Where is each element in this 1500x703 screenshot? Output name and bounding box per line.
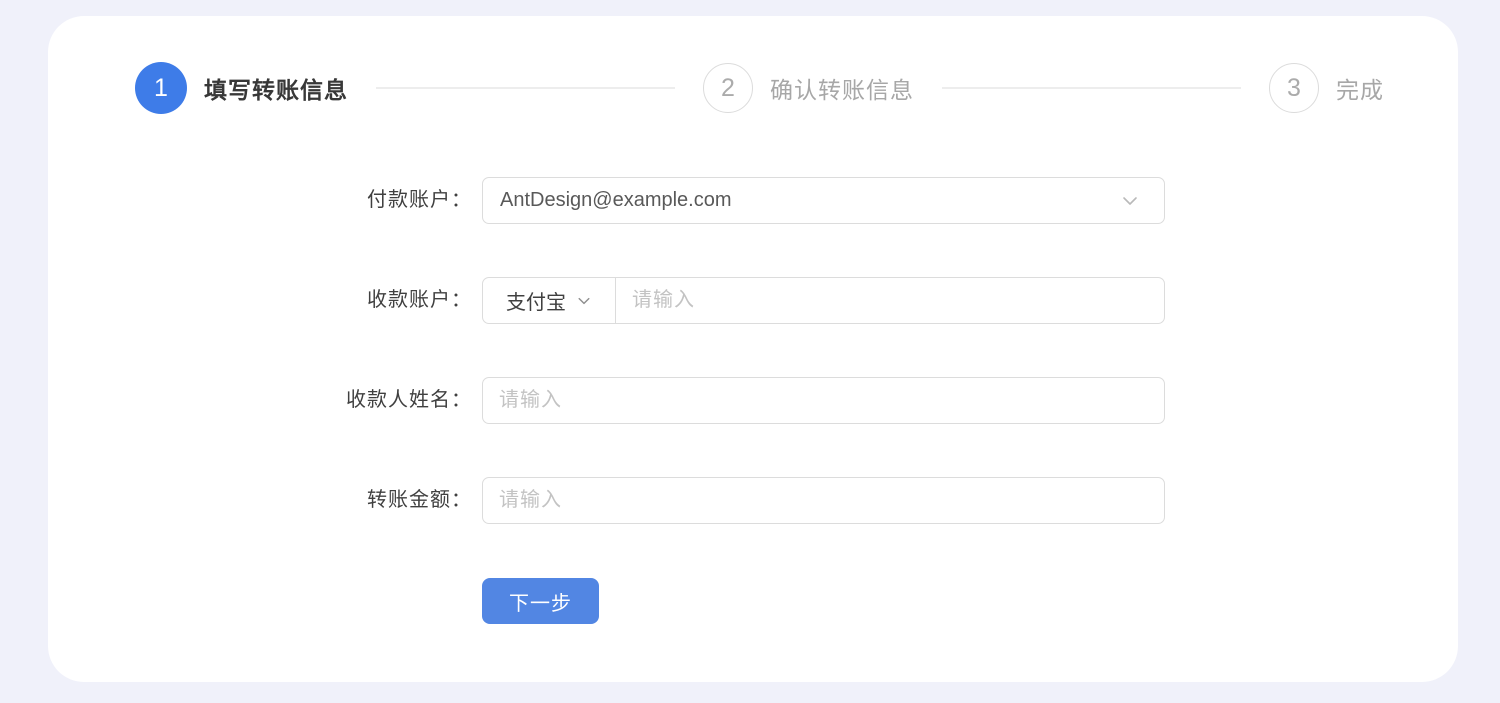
- step-3-indicator: 3: [1269, 63, 1319, 113]
- receiver-name-input[interactable]: [483, 378, 1164, 423]
- transfer-form-card: 1 填写转账信息 2 确认转账信息 3 完成 付款账户： AntDesign@e…: [48, 16, 1458, 682]
- receiver-account-type-select[interactable]: 支付宝: [482, 277, 616, 324]
- step-3-label: 完成: [1336, 71, 1384, 105]
- transfer-amount-control: [482, 477, 1165, 524]
- payment-account-control: AntDesign@example.com: [482, 177, 1165, 224]
- receiver-name-label: 收款人姓名：: [92, 377, 472, 424]
- step-3-done[interactable]: 3 完成: [1269, 63, 1384, 113]
- receiver-account-input[interactable]: [616, 278, 1164, 323]
- step-connector: [942, 87, 1241, 89]
- chevron-down-icon: [576, 293, 592, 309]
- receiver-account-type-value: 支付宝: [506, 286, 566, 315]
- payment-account-value: AntDesign@example.com: [500, 189, 732, 212]
- step-1-label: 填写转账信息: [204, 71, 348, 105]
- payment-account-select[interactable]: AntDesign@example.com: [482, 177, 1165, 224]
- step-2-indicator: 2: [703, 63, 753, 113]
- transfer-amount-label: 转账金额：: [92, 477, 472, 524]
- receiver-account-label: 收款账户：: [92, 277, 472, 324]
- steps-bar: 1 填写转账信息 2 确认转账信息 3 完成: [135, 62, 1384, 114]
- receiver-account-input-wrap: [616, 277, 1165, 324]
- transfer-amount-input-wrap: [482, 477, 1165, 524]
- chevron-down-icon: [1120, 191, 1140, 211]
- step-2-label: 确认转账信息: [770, 71, 914, 105]
- transfer-amount-input[interactable]: [483, 478, 1164, 523]
- step-connector: [376, 87, 675, 89]
- step-2-confirm-info[interactable]: 2 确认转账信息: [703, 63, 914, 113]
- receiver-name-control: [482, 377, 1165, 424]
- payment-account-label: 付款账户：: [92, 177, 472, 224]
- receiver-account-control: 支付宝: [482, 277, 1165, 324]
- receiver-name-input-wrap: [482, 377, 1165, 424]
- step-1-fill-info[interactable]: 1 填写转账信息: [135, 62, 348, 114]
- next-step-button[interactable]: 下一步: [482, 578, 599, 624]
- step-1-indicator: 1: [135, 62, 187, 114]
